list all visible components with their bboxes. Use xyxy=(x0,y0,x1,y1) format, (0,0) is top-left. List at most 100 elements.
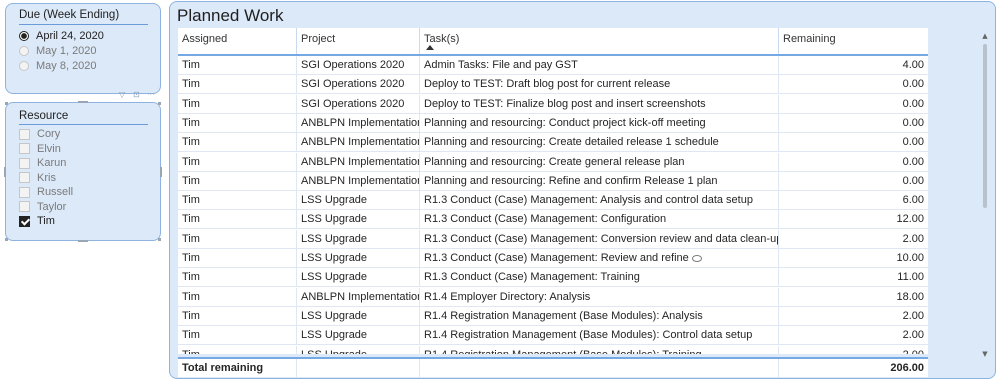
resource-option[interactable]: Cory xyxy=(19,127,60,141)
cell-remaining: 0.00 xyxy=(779,133,928,152)
cell-assigned-text: Tim xyxy=(182,174,200,187)
checkbox-checked-icon[interactable] xyxy=(19,215,30,227)
resource-slicer: Resource Cory Elvin Karun Kris Russell Taylor… xyxy=(4,101,162,242)
resource-option-label: Kris xyxy=(37,171,56,184)
scrollbar-thumb[interactable] xyxy=(983,44,987,208)
checkbox-unchecked-icon[interactable] xyxy=(19,172,30,183)
resize-handle-bottom[interactable] xyxy=(78,240,88,242)
cell-task-text: Deploy to TEST: Draft blog post for curr… xyxy=(424,78,671,91)
table-row[interactable]: Tim LSS Upgrade R1.3 Conduct (Case) Manage… xyxy=(178,249,928,268)
cell-task-text: R1.4 Registration Management (Base Modul… xyxy=(424,329,753,342)
table-row[interactable]: Tim ANBLPN Implementation Planning and res… xyxy=(178,171,928,191)
radio-unselected-icon[interactable] xyxy=(19,46,29,56)
resource-slicer-title-underline xyxy=(19,124,148,125)
cell-project: SGI Operations 2020 xyxy=(297,75,420,95)
filter-icon[interactable]: ▽ xyxy=(119,90,125,99)
cell-remaining: 0.00 xyxy=(779,95,928,114)
cell-remaining: 2.00 xyxy=(779,230,928,249)
resize-handle-corner-tl[interactable] xyxy=(5,102,8,105)
table-row[interactable]: Tim SGI Operations 2020 Admin Tasks: File … xyxy=(178,56,928,75)
checkbox-unchecked-icon[interactable] xyxy=(19,186,30,198)
cell-assigned-text: Tim xyxy=(182,116,200,129)
cell-task-text: R1.3 Conduct (Case) Management: Analysis… xyxy=(424,194,753,207)
resource-option[interactable]: Tim xyxy=(19,214,55,228)
checkbox-unchecked-icon[interactable] xyxy=(19,128,30,140)
resize-handle-corner-br[interactable] xyxy=(158,238,161,241)
total-label: Total remaining xyxy=(178,359,297,377)
cell-assigned: Tim xyxy=(178,306,297,326)
due-option[interactable]: April 24, 2020 xyxy=(19,29,104,43)
table-row[interactable]: Tim ANBLPN Implementation Planning and res… xyxy=(178,152,928,172)
cell-remaining: 12.00 xyxy=(779,210,928,229)
cell-remaining-text: 0.00 xyxy=(902,78,924,91)
column-header-remaining[interactable]: Remaining xyxy=(779,28,928,54)
table-row[interactable]: Tim ANBLPN Implementation R1.4 Employer Di… xyxy=(178,287,928,307)
resize-handle-right[interactable] xyxy=(160,167,162,177)
column-header-project[interactable]: Project xyxy=(297,28,420,54)
resize-handle-corner-tr[interactable] xyxy=(158,102,161,105)
scroll-up-icon[interactable]: ▲ xyxy=(981,32,989,40)
cell-task: R1.4 Registration Management (Base Modul… xyxy=(420,326,779,346)
radio-unselected-icon[interactable] xyxy=(19,61,29,71)
cell-assigned: Tim xyxy=(178,287,297,307)
table-row[interactable]: Tim ANBLPN Implementation Planning and res… xyxy=(178,113,928,133)
table-row[interactable]: Tim LSS Upgrade R1.3 Conduct (Case) Manage… xyxy=(178,229,928,249)
table-row[interactable]: Tim LSS Upgrade R1.3 Conduct (Case) Manage… xyxy=(178,210,928,230)
checkbox-unchecked-icon[interactable] xyxy=(19,143,30,154)
cell-project: LSS Upgrade xyxy=(297,345,420,354)
cell-remaining-text: 4.00 xyxy=(902,59,924,71)
cell-project-text: ANBLPN Implementation xyxy=(301,290,420,303)
cell-task: Planning and resourcing: Create detailed… xyxy=(420,133,779,153)
cell-assigned-text: Tim xyxy=(182,252,200,264)
table-row[interactable]: Tim SGI Operations 2020 Deploy to TEST: Fi… xyxy=(178,94,928,114)
table-row[interactable]: Tim LSS Upgrade R1.3 Conduct (Case) Manage… xyxy=(178,191,928,211)
column-header-assigned[interactable]: Assigned xyxy=(178,28,297,54)
due-option[interactable]: May 1, 2020 xyxy=(19,44,97,58)
resource-option[interactable]: Karun xyxy=(19,156,66,170)
table-row[interactable]: Tim LSS Upgrade R1.4 Registration Manageme… xyxy=(178,345,928,354)
column-header-tasks[interactable]: Task(s) xyxy=(420,28,779,54)
focus-mode-icon[interactable]: ⊡ xyxy=(133,90,140,99)
cell-project: ANBLPN Implementation xyxy=(297,152,420,172)
cell-remaining-text: 11.00 xyxy=(897,271,924,284)
vertical-scrollbar[interactable]: ▲ ▼ xyxy=(981,32,989,358)
cell-project-text: ANBLPN Implementation xyxy=(301,174,420,187)
cell-project: ANBLPN Implementation xyxy=(297,287,420,307)
cell-assigned: Tim xyxy=(178,113,297,133)
cell-project-text: LSS Upgrade xyxy=(301,309,368,322)
due-option-label: April 24, 2020 xyxy=(36,30,104,42)
resize-handle-top[interactable] xyxy=(78,101,88,103)
more-options-icon[interactable]: ··· xyxy=(147,90,155,99)
total-project-cell xyxy=(297,359,420,377)
cell-project-text: SGI Operations 2020 xyxy=(301,97,405,110)
table-row[interactable]: Tim LSS Upgrade R1.3 Conduct (Case) Manage… xyxy=(178,268,928,288)
total-value: 206.00 xyxy=(890,362,924,374)
resource-option[interactable]: Kris xyxy=(19,171,56,185)
cell-project: ANBLPN Implementation xyxy=(297,171,420,191)
resource-option[interactable]: Elvin xyxy=(19,142,61,156)
cell-project-text: ANBLPN Implementation xyxy=(301,136,420,149)
resource-option[interactable]: Taylor xyxy=(19,200,66,214)
checkbox-unchecked-icon[interactable] xyxy=(19,157,30,169)
scroll-down-icon[interactable]: ▼ xyxy=(981,350,989,358)
due-option[interactable]: May 8, 2020 xyxy=(19,59,97,73)
cell-task: Planning and resourcing: Create general … xyxy=(420,152,779,172)
radio-selected-icon[interactable] xyxy=(19,31,29,41)
sort-ascending-icon xyxy=(426,45,434,50)
resource-option[interactable]: Russell xyxy=(19,185,73,199)
checkbox-unchecked-icon[interactable] xyxy=(19,201,30,212)
cell-assigned-text: Tim xyxy=(182,194,200,207)
cell-remaining: 0.00 xyxy=(779,75,928,94)
due-option-label: May 1, 2020 xyxy=(36,45,97,57)
resize-handle-left[interactable] xyxy=(4,167,6,177)
table-row[interactable]: Tim ANBLPN Implementation Planning and res… xyxy=(178,133,928,153)
table-row[interactable]: Tim LSS Upgrade R1.4 Registration Manageme… xyxy=(178,326,928,346)
cell-assigned: Tim xyxy=(178,133,297,153)
cell-task: Deploy to TEST: Draft blog post for curr… xyxy=(420,75,779,95)
resize-handle-corner-bl[interactable] xyxy=(5,238,8,241)
table-row[interactable]: Tim LSS Upgrade R1.4 Registration Manageme… xyxy=(178,306,928,326)
cell-task: Admin Tasks: File and pay GST xyxy=(420,56,779,75)
cell-task: R1.4 Employer Directory: Analysis xyxy=(420,287,779,307)
table-row[interactable]: Tim SGI Operations 2020 Deploy to TEST: Dr… xyxy=(178,75,928,95)
cell-task: Deploy to TEST: Finalize blog post and i… xyxy=(420,94,779,114)
